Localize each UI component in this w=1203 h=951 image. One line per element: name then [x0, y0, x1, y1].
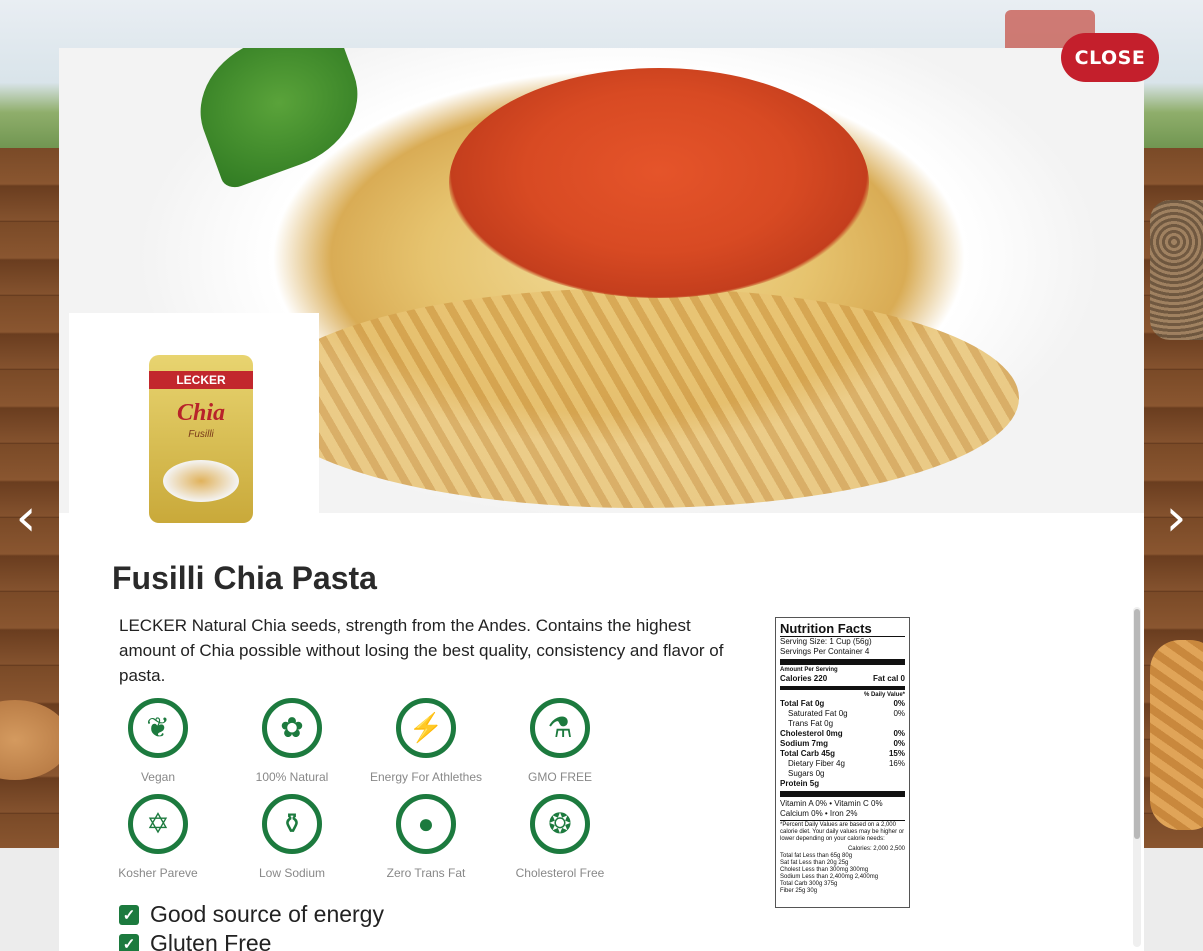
package-variant: Fusilli — [188, 429, 214, 440]
runner-icon: ⚡ — [396, 698, 456, 758]
background-pasta — [1150, 640, 1203, 830]
feature-label: Zero Trans Fat — [386, 866, 466, 880]
benefit-item: ✓ Good source of energy — [119, 900, 384, 929]
star-of-david-icon: ✡ — [128, 794, 188, 854]
nutrition-table-row: Total fat Less than 65g 80g — [780, 853, 853, 859]
background-chia-jar — [1150, 200, 1203, 340]
feature-label: Cholesterol Free — [515, 866, 605, 880]
next-arrow-icon[interactable]: › — [1156, 490, 1196, 546]
leaf-icon: ❦ — [128, 698, 188, 758]
checkbox-icon: ✓ — [119, 904, 139, 925]
nutrition-table-row: Sat fat Less than 20g 25g — [780, 860, 849, 866]
daily-value-header: % Daily Value* — [863, 692, 905, 698]
feature-label: Low Sodium — [258, 866, 326, 880]
benefit-item: ✓ Gluten Free — [119, 929, 384, 951]
feature-label: Vegan — [140, 770, 176, 784]
scrollbar-thumb[interactable] — [1134, 609, 1140, 839]
hero-sauce — [449, 68, 869, 298]
nutrition-table-row: Cholest Less than 300mg 300mg — [780, 867, 869, 873]
feature-label: Kosher Pareve — [118, 866, 198, 880]
benefit-text: Good source of energy — [150, 901, 384, 927]
test-tube-icon: ⚗ — [530, 698, 590, 758]
nutrition-table-row: Fiber 25g 30g — [780, 888, 818, 894]
calories-row: Calories 220 Fat cal 0 — [780, 674, 905, 683]
feature-gmo-free: ⚗ GMO FREE — [493, 698, 627, 784]
feature-energy: ⚡ Energy For Athlethes — [359, 698, 493, 784]
nutrient-row: Total Carb 45g 15% — [780, 749, 905, 758]
nutrition-table-header: Calories: 2,000 2,500 — [847, 846, 905, 852]
nutrient-row: Total Fat 0g 0% — [780, 699, 905, 708]
hero-pasta — [259, 288, 1019, 508]
nutrient-row: Sodium 7mg 0% — [780, 739, 905, 748]
feature-label: 100% Natural — [255, 770, 329, 784]
feature-label: GMO FREE — [527, 770, 592, 784]
feature-cholesterol-free: ❂ Cholesterol Free — [493, 794, 627, 880]
feature-low-sodium: ⚱ Low Sodium — [225, 794, 359, 880]
package-brand: LECKER — [149, 371, 253, 389]
nutrition-title: Nutrition Facts — [780, 622, 905, 637]
product-thumbnail[interactable]: LECKER Chia Fusilli — [69, 313, 319, 543]
checkbox-icon: ✓ — [119, 933, 139, 951]
feature-kosher: ✡ Kosher Pareve — [91, 794, 225, 880]
nutrition-table-row: Sodium Less than 2,400mg 2,400mg — [780, 874, 879, 880]
product-modal: LECKER Chia Fusilli Fusilli Chia Pasta L… — [59, 48, 1144, 951]
nutrient-row: Cholesterol 0mg 0% — [780, 729, 905, 738]
nutrient-row: Sugars 0g — [788, 769, 825, 778]
benefits-list: ✓ Good source of energy ✓ Gluten Free — [119, 900, 384, 951]
previous-arrow-icon[interactable]: ‹ — [6, 490, 46, 546]
vitamins-row: Vitamin A 0% • Vitamin C 0% — [780, 799, 883, 808]
nutrient-row: Trans Fat 0g — [788, 719, 834, 728]
flower-icon: ✿ — [262, 698, 322, 758]
amount-per-serving: Amount Per Serving — [780, 667, 838, 673]
package-image: LECKER Chia Fusilli — [149, 355, 253, 523]
product-description: LECKER Natural Chia seeds, strength from… — [119, 616, 724, 685]
product-title: Fusilli Chia Pasta — [112, 560, 377, 596]
package-name: Chia — [176, 400, 226, 426]
benefit-text: Gluten Free — [150, 930, 272, 951]
feature-natural: ✿ 100% Natural — [225, 698, 359, 784]
feature-zero-trans-fat: ● Zero Trans Fat — [359, 794, 493, 880]
nutrient-row: Saturated Fat 0g 0% — [788, 709, 905, 718]
serving-size: Serving Size: 1 Cup (56g) — [780, 637, 872, 646]
servings-per-container: Servings Per Container 4 — [780, 647, 870, 656]
hero-basil — [181, 48, 377, 192]
drop-icon: ● — [396, 794, 456, 854]
nutrition-facts-label: Nutrition Facts Serving Size: 1 Cup (56g… — [775, 617, 910, 908]
feature-vegan: ❦ Vegan — [91, 698, 225, 784]
salt-shaker-icon: ⚱ — [262, 794, 322, 854]
feature-label: Energy For Athlethes — [369, 770, 483, 784]
berries-icon: ❂ — [530, 794, 590, 854]
close-button[interactable]: CLOSE — [1061, 33, 1159, 82]
nutrient-row: Dietary Fiber 4g 16% — [788, 759, 905, 768]
nutrient-row: Protein 5g — [780, 779, 820, 788]
package-plate — [163, 460, 239, 502]
minerals-row: Calcium 0% • Iron 2% — [780, 809, 858, 818]
nutrition-footnote: *Percent Daily Values are based on a 2,0… — [780, 822, 905, 842]
nutrition-table-row: Total Carb 300g 375g — [780, 881, 838, 887]
